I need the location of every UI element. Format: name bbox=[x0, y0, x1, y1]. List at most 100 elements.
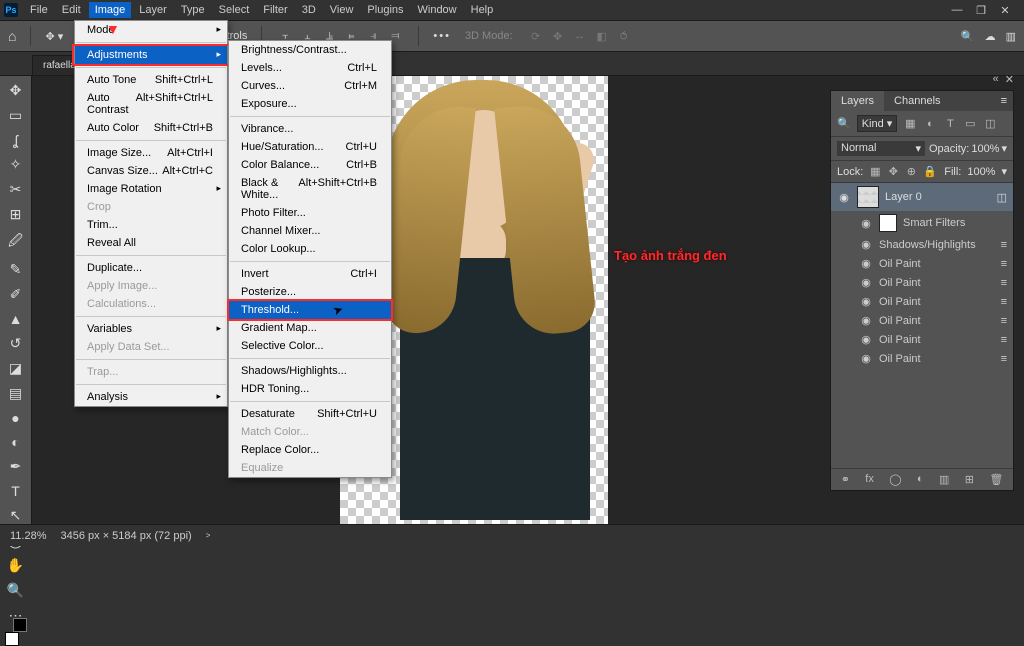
menu-item-reveal-all[interactable]: Reveal All bbox=[75, 234, 227, 252]
brush-tool[interactable]: ✐ bbox=[5, 286, 27, 303]
menu-item-trim[interactable]: Trim... bbox=[75, 216, 227, 234]
filter-row[interactable]: ◉Oil Paint≡ bbox=[831, 273, 1013, 292]
filter-shape-icon[interactable]: ▭ bbox=[963, 117, 977, 130]
adj-posterize[interactable]: Posterize... bbox=[229, 283, 391, 301]
menu-edit[interactable]: Edit bbox=[56, 2, 87, 18]
link-layers-icon[interactable]: ⚭ bbox=[841, 473, 850, 486]
menu-item-variables[interactable]: Variables bbox=[75, 320, 227, 338]
close-icon[interactable]: ✕ bbox=[998, 4, 1012, 17]
visibility-icon[interactable]: ◉ bbox=[837, 191, 851, 204]
adj-black-white[interactable]: Black & White...Alt+Shift+Ctrl+B bbox=[229, 174, 391, 204]
workspace-icon[interactable]: ▥ bbox=[1006, 30, 1016, 43]
filter-row[interactable]: ◉Oil Paint≡ bbox=[831, 330, 1013, 349]
menu-item-canvas-size[interactable]: Canvas Size...Alt+Ctrl+C bbox=[75, 162, 227, 180]
adj-photo-filter[interactable]: Photo Filter... bbox=[229, 204, 391, 222]
gradient-tool[interactable]: ▤ bbox=[5, 385, 27, 402]
menu-item-analysis[interactable]: Analysis bbox=[75, 388, 227, 406]
blur-tool[interactable]: ● bbox=[5, 410, 27, 426]
lock-artboard-icon[interactable]: ⊕ bbox=[905, 165, 917, 178]
filter-row[interactable]: ◉Shadows/Highlights≡ bbox=[831, 235, 1013, 254]
adj-invert[interactable]: InvertCtrl+I bbox=[229, 265, 391, 283]
history-brush-tool[interactable]: ↺ bbox=[5, 335, 27, 352]
layer-row[interactable]: ◉ Layer 0 ◫ bbox=[831, 183, 1013, 211]
menu-image[interactable]: Image bbox=[89, 2, 132, 18]
adj-curves[interactable]: Curves...Ctrl+M bbox=[229, 77, 391, 95]
panel-close-icon[interactable]: ✕ bbox=[1005, 73, 1014, 86]
search-icon[interactable]: 🔍 bbox=[961, 30, 975, 43]
info-caret-icon[interactable]: > bbox=[206, 531, 211, 540]
lasso-tool[interactable]: ʆ bbox=[5, 132, 27, 148]
menu-item-image-size[interactable]: Image Size...Alt+Ctrl+I bbox=[75, 144, 227, 162]
new-layer-icon[interactable]: ⊞ bbox=[965, 473, 974, 486]
menu-item-auto-contrast[interactable]: Auto ContrastAlt+Shift+Ctrl+L bbox=[75, 89, 227, 119]
adjustment-layer-icon[interactable]: ◐ bbox=[917, 473, 924, 486]
tab-layers[interactable]: Layers bbox=[831, 91, 884, 111]
adj-selective-color[interactable]: Selective Color... bbox=[229, 337, 391, 355]
adj-replace-color[interactable]: Replace Color... bbox=[229, 441, 391, 459]
stamp-tool[interactable]: ▲ bbox=[5, 311, 27, 327]
frame-tool[interactable]: ⊞ bbox=[5, 206, 27, 223]
3d-roll-icon[interactable]: ⥀ bbox=[615, 27, 633, 45]
hand-tool[interactable]: ✋ bbox=[5, 557, 27, 574]
panel-menu-icon[interactable]: ≡ bbox=[995, 91, 1013, 111]
menu-3d[interactable]: 3D bbox=[296, 2, 322, 18]
group-icon[interactable]: ▥ bbox=[939, 473, 949, 486]
menu-item-mode[interactable]: Mode bbox=[75, 21, 227, 39]
smart-filters-row[interactable]: ◉ Smart Filters bbox=[831, 211, 1013, 235]
fill-value[interactable]: 100% bbox=[967, 166, 995, 178]
adj-brightness[interactable]: Brightness/Contrast... bbox=[229, 41, 391, 59]
filter-kind[interactable]: Kind ▾ bbox=[857, 115, 898, 132]
mask-icon[interactable]: ◯ bbox=[889, 473, 901, 486]
3d-scale-icon[interactable]: ◧ bbox=[593, 27, 611, 45]
more-icon[interactable]: ••• bbox=[433, 30, 451, 42]
adj-color-balance[interactable]: Color Balance...Ctrl+B bbox=[229, 156, 391, 174]
menu-help[interactable]: Help bbox=[465, 2, 500, 18]
marquee-tool[interactable]: ▭ bbox=[5, 107, 27, 124]
adj-hue[interactable]: Hue/Saturation...Ctrl+U bbox=[229, 138, 391, 156]
filter-row[interactable]: ◉Oil Paint≡ bbox=[831, 292, 1013, 311]
panel-collapse-icon[interactable]: « bbox=[993, 73, 999, 86]
adj-gradient-map[interactable]: Gradient Map... bbox=[229, 319, 391, 337]
filter-row[interactable]: ◉Oil Paint≡ bbox=[831, 311, 1013, 330]
adj-color-lookup[interactable]: Color Lookup... bbox=[229, 240, 391, 258]
zoom-tool[interactable]: 🔍 bbox=[5, 582, 27, 599]
path-tool[interactable]: ↖ bbox=[5, 507, 27, 524]
menu-plugins[interactable]: Plugins bbox=[361, 2, 409, 18]
filter-row[interactable]: ◉Oil Paint≡ bbox=[831, 349, 1013, 368]
menu-item-image-rotation[interactable]: Image Rotation bbox=[75, 180, 227, 198]
menu-item-adjustments[interactable]: Adjustments bbox=[75, 46, 227, 64]
trash-icon[interactable]: 🗑 bbox=[989, 473, 1003, 486]
3d-orbit-icon[interactable]: ⟳ bbox=[527, 27, 545, 45]
wand-tool[interactable]: ✧ bbox=[5, 156, 27, 173]
adj-threshold[interactable]: Threshold... ➤ bbox=[229, 301, 391, 319]
opacity-value[interactable]: 100% bbox=[971, 143, 999, 155]
home-icon[interactable]: ⌂ bbox=[8, 28, 16, 44]
adj-levels[interactable]: Levels...Ctrl+L bbox=[229, 59, 391, 77]
eyedropper-tool[interactable]: 🖉 bbox=[5, 231, 27, 253]
3d-pan-icon[interactable]: ✥ bbox=[549, 27, 567, 45]
visibility-icon[interactable]: ◉ bbox=[859, 217, 873, 230]
dodge-tool[interactable]: ◐ bbox=[5, 434, 27, 450]
menu-item-auto-color[interactable]: Auto ColorShift+Ctrl+B bbox=[75, 119, 227, 137]
share-icon[interactable]: ☁ bbox=[985, 30, 996, 43]
menu-type[interactable]: Type bbox=[175, 2, 211, 18]
filter-type-icon[interactable]: T bbox=[943, 118, 957, 130]
menu-item-auto-tone[interactable]: Auto ToneShift+Ctrl+L bbox=[75, 71, 227, 89]
3d-slide-icon[interactable]: ↔ bbox=[571, 27, 589, 45]
filter-row[interactable]: ◉Oil Paint≡ bbox=[831, 254, 1013, 273]
zoom-level[interactable]: 11.28% bbox=[10, 530, 47, 542]
filter-smart-icon[interactable]: ◫ bbox=[983, 117, 997, 130]
eraser-tool[interactable]: ◪ bbox=[5, 360, 27, 377]
adj-hdr[interactable]: HDR Toning... bbox=[229, 380, 391, 398]
crop-tool[interactable]: ✂ bbox=[5, 181, 27, 198]
menu-view[interactable]: View bbox=[324, 2, 360, 18]
lock-pixels-icon[interactable]: ▦ bbox=[869, 165, 881, 178]
menu-select[interactable]: Select bbox=[213, 2, 256, 18]
fx-icon[interactable]: fx bbox=[865, 473, 874, 486]
minimize-icon[interactable]: — bbox=[950, 4, 964, 17]
move-tool[interactable]: ✥ bbox=[5, 82, 27, 99]
pen-tool[interactable]: ✒ bbox=[5, 458, 27, 475]
adj-channel-mixer[interactable]: Channel Mixer... bbox=[229, 222, 391, 240]
menu-window[interactable]: Window bbox=[412, 2, 463, 18]
menu-item-duplicate[interactable]: Duplicate... bbox=[75, 259, 227, 277]
